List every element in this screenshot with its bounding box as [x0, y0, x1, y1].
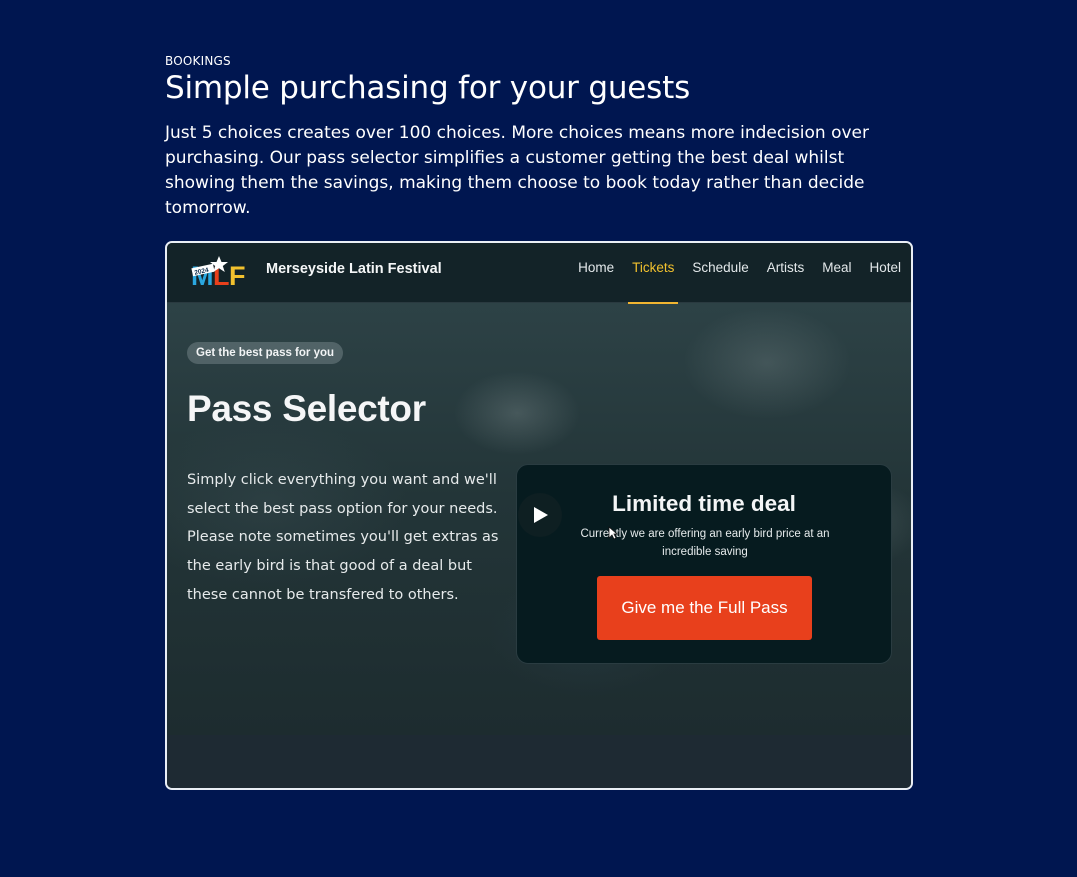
cursor-icon [608, 526, 618, 540]
site-logo[interactable]: M L F 2024 [191, 255, 251, 287]
section-eyebrow: BOOKINGS [165, 54, 231, 68]
hero-description: Simply click everything you want and we'… [187, 472, 499, 603]
nav-tickets[interactable]: Tickets [628, 259, 679, 304]
limited-deal-card: Limited time deal Currently we are offer… [516, 464, 892, 664]
website-screenshot-frame: M L F 2024 Merseyside Latin Festival Hom… [165, 241, 913, 790]
video-play-button[interactable] [518, 493, 562, 537]
nav-home[interactable]: Home [578, 259, 614, 277]
nav-schedule[interactable]: Schedule [692, 259, 748, 277]
deal-title: Limited time deal [612, 491, 796, 516]
hero-bottom-strip [167, 735, 911, 788]
nav-artists[interactable]: Artists [767, 259, 805, 277]
section-description: Just 5 choices creates over 100 choices.… [165, 123, 870, 218]
site-nav-links: Home Tickets Schedule Artists Meal Hotel [560, 259, 901, 304]
bookings-section: BOOKINGS Simple purchasing for your gues… [165, 53, 915, 221]
nav-meal[interactable]: Meal [822, 259, 851, 277]
section-headline: Simple purchasing for your guests [165, 70, 691, 106]
svg-text:F: F [229, 261, 246, 287]
hero-title: Pass Selector [187, 388, 426, 429]
hero-pill-badge: Get the best pass for you [187, 342, 344, 364]
deal-subtitle: Currently we are offering an early bird … [580, 528, 830, 558]
play-icon [534, 507, 548, 523]
site-navbar: M L F 2024 Merseyside Latin Festival Hom… [167, 243, 911, 304]
full-pass-button[interactable]: Give me the Full Pass [597, 576, 812, 640]
nav-hotel[interactable]: Hotel [869, 259, 901, 277]
site-name[interactable]: Merseyside Latin Festival [266, 261, 442, 277]
